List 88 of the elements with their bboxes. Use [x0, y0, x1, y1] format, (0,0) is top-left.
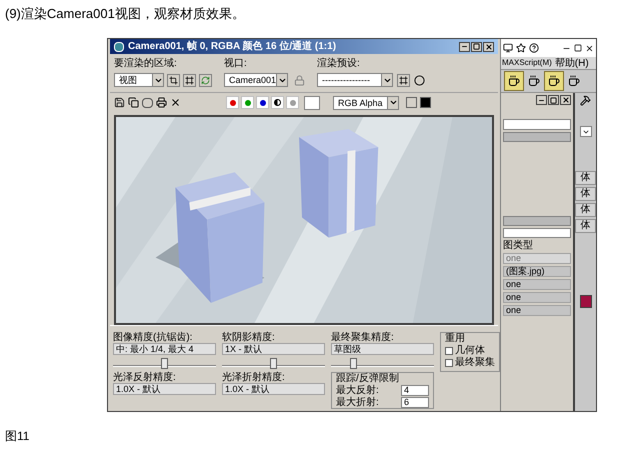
- slider-thumb[interactable]: [270, 358, 276, 369]
- preset-dropdown[interactable]: ----------------: [317, 73, 393, 87]
- display-toggle[interactable]: [420, 97, 431, 108]
- toolbar-button[interactable]: [504, 71, 524, 91]
- spinner-field[interactable]: 6: [401, 397, 429, 408]
- side-button[interactable]: 体: [575, 203, 596, 217]
- menu-item[interactable]: 帮助(H): [554, 58, 589, 68]
- minimize-button[interactable]: [459, 42, 470, 52]
- area-label: 要渲染的区域:: [114, 58, 178, 70]
- cup-icon[interactable]: [568, 75, 580, 87]
- toolbar-button[interactable]: [544, 71, 564, 91]
- preset-label: 渲染预设:: [317, 58, 361, 70]
- slider[interactable]: [222, 356, 325, 370]
- side-button[interactable]: 体: [575, 187, 596, 201]
- maximize-button[interactable]: [548, 95, 559, 105]
- maximize-icon[interactable]: [574, 44, 582, 52]
- hammer-icon[interactable]: [580, 95, 591, 106]
- slider-thumb[interactable]: [160, 358, 168, 369]
- limit-label: 最大反射:: [336, 385, 379, 396]
- close-icon[interactable]: [585, 44, 594, 52]
- figure-label: 图11: [5, 429, 30, 443]
- channel-button[interactable]: [256, 96, 269, 109]
- maximize-icon: [550, 96, 557, 104]
- text-field[interactable]: [503, 228, 571, 238]
- caption: (9)渲染Camera001视图，观察材质效果。: [5, 6, 245, 22]
- mono-icon: [274, 99, 281, 106]
- cup-icon: [508, 75, 520, 87]
- monitor-icon[interactable]: [503, 43, 513, 53]
- option-label: 最终聚集: [455, 357, 495, 368]
- maximize-button[interactable]: [471, 42, 482, 52]
- slider[interactable]: [331, 356, 434, 370]
- side-button[interactable]: 体: [575, 219, 596, 233]
- side-button[interactable]: 体: [575, 171, 596, 185]
- setting-label: 光泽折射精度:: [222, 372, 286, 383]
- render-icon[interactable]: [397, 74, 410, 86]
- map-button[interactable]: (图案.jpg): [503, 266, 571, 277]
- close-icon: [562, 96, 570, 104]
- print-icon[interactable]: [156, 97, 167, 108]
- cup-icon: [548, 75, 560, 87]
- checkbox[interactable]: [445, 358, 453, 366]
- setting-label: 光泽反射精度:: [113, 372, 177, 383]
- minimize-button[interactable]: [536, 95, 547, 105]
- checkbox[interactable]: [445, 346, 453, 354]
- setting-label: 软阴影精度:: [222, 332, 276, 343]
- setting-field: 1.0X - 默认: [113, 383, 216, 395]
- frame-icon[interactable]: [183, 74, 196, 86]
- limit-label: 最大折射:: [336, 397, 379, 408]
- maximize-icon: [473, 43, 480, 50]
- setting-field: 中: 最小 1/4, 最大 4: [113, 343, 216, 355]
- copy-icon[interactable]: [128, 97, 139, 108]
- spinner-field[interactable]: 4: [401, 385, 429, 396]
- save-icon[interactable]: [114, 97, 125, 108]
- minimize-icon: [461, 43, 468, 50]
- help-icon[interactable]: [529, 43, 539, 53]
- circle-icon[interactable]: [414, 74, 425, 86]
- setting-field: 1X - 默认: [222, 343, 325, 355]
- crop-icon[interactable]: [167, 74, 180, 86]
- map-type-label: 图类型: [503, 240, 534, 251]
- display-dropdown[interactable]: RGB Alpha: [333, 96, 399, 110]
- close-button[interactable]: [483, 42, 494, 52]
- group-title: 跟踪/反弹限制: [336, 373, 400, 384]
- setting-field: 1.0X - 默认: [222, 383, 325, 395]
- option-label: 几何体: [455, 345, 485, 356]
- setting-label: 最终聚集精度:: [331, 332, 395, 343]
- map-button[interactable]: one: [503, 305, 571, 316]
- close-icon: [484, 42, 492, 50]
- slider[interactable]: [113, 356, 216, 370]
- map-button[interactable]: one: [503, 292, 571, 303]
- setting-label: 图像精度(抗锯齿):: [113, 332, 194, 343]
- clear-icon[interactable]: [170, 97, 181, 108]
- app-icon: [114, 42, 124, 52]
- lock-icon[interactable]: [294, 74, 305, 86]
- color-swatch[interactable]: [580, 295, 592, 308]
- color-swatch[interactable]: [304, 96, 320, 110]
- group-title: 重用: [445, 333, 466, 344]
- channel-button[interactable]: [271, 96, 284, 109]
- map-button[interactable]: one: [503, 279, 571, 290]
- setting-field: 草图级: [331, 343, 434, 355]
- close-button[interactable]: [560, 95, 571, 105]
- dropdown-field[interactable]: [503, 119, 571, 130]
- viewport-label: 视口:: [224, 58, 248, 70]
- menu-item[interactable]: MAXScript(M): [502, 58, 552, 68]
- area-dropdown[interactable]: 视图: [114, 73, 164, 87]
- cup-icon[interactable]: [528, 75, 540, 87]
- slider-thumb[interactable]: [350, 358, 357, 369]
- viewport-dropdown[interactable]: Camera001: [224, 73, 288, 87]
- star-icon[interactable]: [516, 43, 526, 53]
- window-title: Camera001, 帧 0, RGBA 颜色 16 位/通道 (1:1): [128, 40, 338, 52]
